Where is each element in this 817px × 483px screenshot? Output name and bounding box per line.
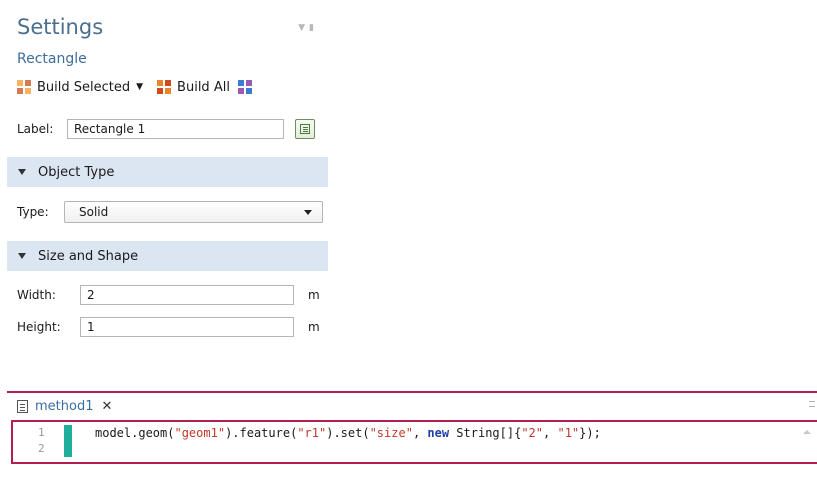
code-token: ).set( (326, 426, 370, 440)
graphics-icon[interactable] (237, 80, 252, 94)
keyword: new (427, 426, 450, 440)
height-unit: m (308, 320, 320, 334)
label-row: Label: Rectangle 1 (17, 118, 327, 140)
panel-menu-icon[interactable]: ▼ (298, 23, 309, 33)
height-row: Height: 1 m (17, 316, 327, 338)
width-field[interactable]: 2 (80, 285, 294, 305)
code-token: , (412, 426, 428, 440)
editor-menu-icon[interactable] (809, 401, 815, 407)
line-number: 1 (38, 426, 45, 439)
width-row: Width: 2 m (17, 284, 327, 306)
feature-name: Rectangle (17, 51, 87, 67)
build-all-icon[interactable] (157, 80, 172, 94)
close-icon[interactable]: ✕ (101, 399, 112, 414)
code-token: , (543, 426, 558, 440)
collapse-triangle-icon (18, 253, 26, 259)
build-selected-button[interactable]: Build Selected (37, 80, 130, 95)
code-token: String[]{ (449, 426, 522, 440)
type-value: Solid (79, 205, 109, 219)
line-number-gutter: 1 2 (13, 422, 51, 462)
section-title: Size and Shape (38, 248, 139, 264)
string-literal: "1" (557, 426, 580, 440)
code-area[interactable]: 1 2 model.geom("geom1").feature("r1").se… (11, 420, 817, 464)
height-caption: Height: (17, 320, 61, 334)
string-literal: "size" (369, 426, 413, 440)
chevron-down-icon[interactable]: ▼ (136, 82, 143, 92)
string-literal: "2" (521, 426, 544, 440)
code-token: }); (579, 426, 601, 440)
collapse-triangle-icon (18, 169, 26, 175)
panel-controls[interactable]: ▼▮ (298, 23, 318, 33)
string-literal: "r1" (297, 426, 327, 440)
type-row: Type: Solid (17, 201, 327, 223)
label-edit-button[interactable] (295, 119, 315, 139)
editor-accent-line (7, 391, 817, 393)
tab-label: method1 (35, 398, 94, 414)
build-selected-icon[interactable] (17, 80, 31, 94)
label-edit-icon (300, 124, 310, 134)
chevron-down-icon (304, 209, 312, 215)
scroll-up-arrow-icon[interactable] (803, 430, 811, 434)
tab-method1[interactable]: method1 ✕ (9, 393, 120, 419)
type-caption: Type: (17, 205, 49, 219)
panel-title: Settings (17, 15, 104, 39)
method-editor: method1 ✕ 1 2 model.geom("geom1").featur… (7, 391, 817, 483)
document-icon (17, 399, 28, 413)
height-field[interactable]: 1 (80, 317, 294, 337)
label-caption: Label: (17, 122, 54, 136)
settings-panel: Settings ▼▮ Rectangle Build Selected ▼ B… (7, 0, 328, 350)
code-token: model.geom( (95, 426, 175, 440)
code-token: ).feature( (225, 426, 298, 440)
build-all-button[interactable]: Build All (177, 80, 230, 95)
pin-icon[interactable]: ▮ (309, 23, 318, 33)
section-object-type[interactable]: Object Type (7, 157, 328, 187)
width-caption: Width: (17, 288, 56, 302)
change-indicator (64, 425, 72, 457)
section-size-and-shape[interactable]: Size and Shape (7, 241, 328, 271)
type-select[interactable]: Solid (64, 201, 323, 223)
label-field[interactable]: Rectangle 1 (67, 119, 284, 139)
build-toolbar: Build Selected ▼ Build All (17, 77, 258, 97)
width-unit: m (308, 288, 320, 302)
line-number: 2 (38, 442, 45, 455)
string-literal: "geom1" (174, 426, 226, 440)
section-title: Object Type (38, 164, 115, 180)
code-line[interactable]: model.geom("geom1").feature("r1").set("s… (95, 425, 601, 441)
